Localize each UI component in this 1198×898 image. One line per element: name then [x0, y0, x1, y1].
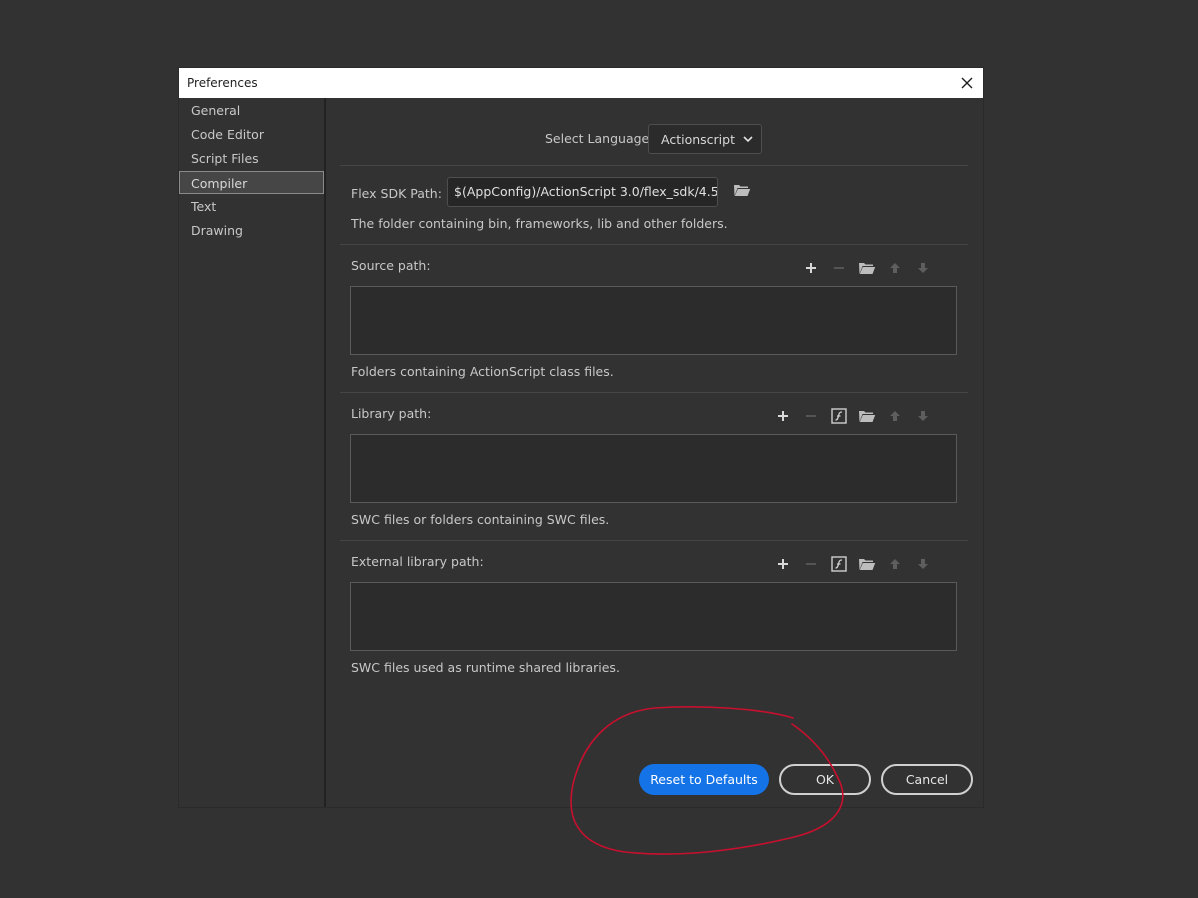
language-label: Select Language:	[545, 131, 654, 146]
language-row: Select Language: Actionscript	[326, 124, 983, 154]
external-library-path-toolbar	[769, 555, 937, 573]
folder-open-icon[interactable]	[853, 555, 881, 573]
flex-sdk-label: Flex SDK Path:	[351, 186, 442, 201]
add-icon[interactable]	[769, 407, 797, 425]
library-path-hint: SWC files or folders containing SWC file…	[351, 512, 610, 527]
divider	[340, 540, 968, 541]
close-button[interactable]	[951, 68, 983, 98]
arrow-up-icon[interactable]	[881, 407, 909, 425]
ok-button[interactable]: OK	[779, 764, 871, 795]
flash-swc-icon[interactable]	[825, 407, 853, 425]
remove-icon[interactable]	[825, 259, 853, 277]
remove-icon[interactable]	[797, 555, 825, 573]
dialog-title: Preferences	[187, 76, 258, 90]
source-path-list[interactable]	[350, 286, 957, 355]
arrow-down-icon[interactable]	[909, 259, 937, 277]
sidebar-item-general[interactable]: General	[179, 99, 324, 122]
sidebar-item-text[interactable]: Text	[179, 195, 324, 218]
divider	[340, 244, 968, 245]
divider	[340, 165, 968, 166]
add-icon[interactable]	[769, 555, 797, 573]
flex-sdk-hint: The folder containing bin, frameworks, l…	[351, 216, 728, 231]
library-path-label: Library path:	[351, 406, 432, 421]
sidebar-item-code-editor[interactable]: Code Editor	[179, 123, 324, 146]
external-library-path-list[interactable]	[350, 582, 957, 651]
external-library-path-hint: SWC files used as runtime shared librari…	[351, 660, 620, 675]
library-path-list[interactable]	[350, 434, 957, 503]
sidebar-item-script-files[interactable]: Script Files	[179, 147, 324, 170]
compiler-panel: Select Language: Actionscript Flex SDK P…	[326, 98, 983, 807]
add-icon[interactable]	[797, 259, 825, 277]
source-path-hint: Folders containing ActionScript class fi…	[351, 364, 614, 379]
external-library-path-label: External library path:	[351, 554, 484, 569]
title-bar: Preferences	[179, 68, 983, 98]
source-path-toolbar	[797, 259, 937, 277]
close-icon	[961, 77, 973, 89]
reset-to-defaults-button[interactable]: Reset to Defaults	[639, 764, 769, 795]
arrow-up-icon[interactable]	[881, 555, 909, 573]
divider	[340, 392, 968, 393]
flex-sdk-path-field[interactable]: $(AppConfig)/ActionScript 3.0/flex_sdk/4…	[447, 177, 718, 207]
arrow-down-icon[interactable]	[909, 407, 937, 425]
chevron-down-icon	[735, 135, 761, 143]
category-sidebar: General Code Editor Script Files Compile…	[179, 98, 326, 807]
cancel-button[interactable]: Cancel	[881, 764, 973, 795]
library-path-toolbar	[769, 407, 937, 425]
preferences-dialog: Preferences General Code Editor Script F…	[179, 68, 983, 807]
remove-icon[interactable]	[797, 407, 825, 425]
arrow-down-icon[interactable]	[909, 555, 937, 573]
sidebar-item-compiler[interactable]: Compiler	[179, 171, 324, 194]
source-path-label: Source path:	[351, 258, 431, 273]
folder-open-icon[interactable]	[733, 183, 751, 200]
folder-open-icon[interactable]	[853, 259, 881, 277]
arrow-up-icon[interactable]	[881, 259, 909, 277]
folder-open-icon[interactable]	[853, 407, 881, 425]
language-dropdown[interactable]: Actionscript	[648, 124, 762, 154]
flash-swc-icon[interactable]	[825, 555, 853, 573]
sidebar-item-drawing[interactable]: Drawing	[179, 219, 324, 242]
language-value: Actionscript	[661, 131, 735, 147]
